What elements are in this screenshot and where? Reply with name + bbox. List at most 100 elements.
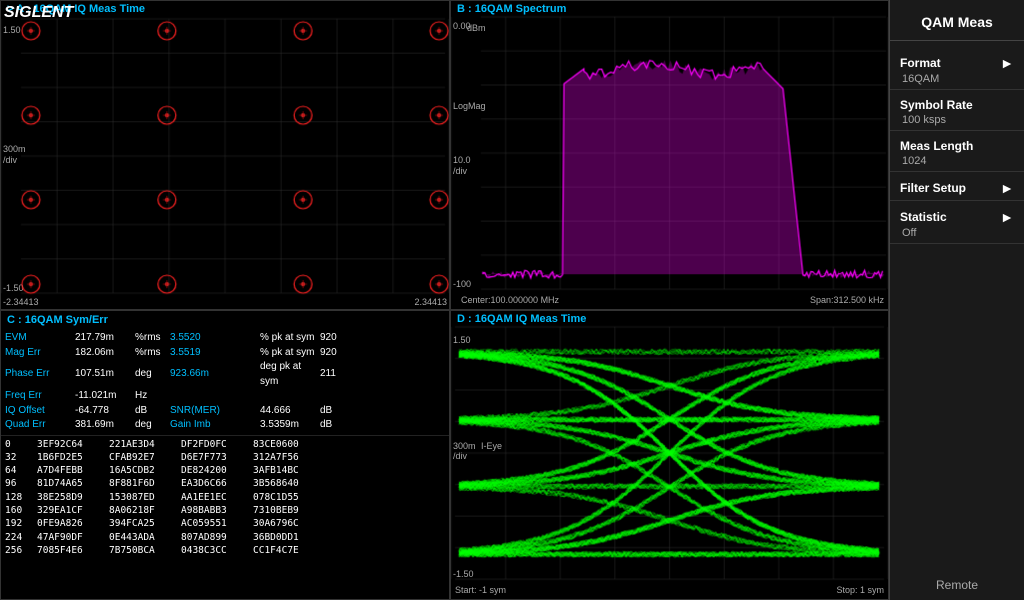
panel-b-title: B : 16QAM Spectrum xyxy=(457,3,566,15)
hex-b3: D6E7F773 xyxy=(181,451,249,464)
statistic-arrow-icon: ► xyxy=(1000,209,1014,225)
hex-row: 192 0FE9A826 394FCA25 AC059551 30A6796C xyxy=(5,517,445,530)
panel-a: > A : 16QAM IQ Meas Time 1.50 -1.50 -2.3… xyxy=(0,0,450,310)
sidebar-item-symbol-rate: Symbol Rate 100 ksps xyxy=(890,90,1024,131)
stat-value: 107.51m xyxy=(75,367,135,382)
hex-addr: 0 xyxy=(5,438,33,451)
hex-addr: 32 xyxy=(5,451,33,464)
hex-row: 128 38E258D9 153087ED AA1EE1EC 078C1D55 xyxy=(5,491,445,504)
stat-value2: dB xyxy=(320,404,360,419)
stat-value2: 920 xyxy=(320,331,360,346)
hex-b2: 153087ED xyxy=(109,491,177,504)
hex-rows: 0 3EF92C64 221AE3D4 DF2FD0FC 83CE0600 32… xyxy=(5,438,445,558)
hex-b1: 1B6FD2E5 xyxy=(37,451,105,464)
sidebar-label-statistic: Statistic ► xyxy=(900,209,1014,225)
hex-b2: 394FCA25 xyxy=(109,517,177,530)
remote-label: Remote xyxy=(890,578,1024,592)
hex-b4: 3B568640 xyxy=(253,477,321,490)
stats-row: Mag Err 182.06m %rms 3.5519 % pk at sym … xyxy=(5,346,445,361)
stat-label: Freq Err xyxy=(5,389,75,404)
hex-addr: 128 xyxy=(5,491,33,504)
sidebar-item-format[interactable]: Format ► 16QAM xyxy=(890,47,1024,90)
panel-c: C : 16QAM Sym/Err EVM 217.79m %rms 3.552… xyxy=(0,310,450,600)
stat-label2: 923.66m xyxy=(170,367,260,382)
stats-row: Quad Err 381.69m deg Gain Imb 3.5359m dB xyxy=(5,418,445,433)
hex-b2: 0E443ADA xyxy=(109,531,177,544)
hex-b3: DE824200 xyxy=(181,464,249,477)
hex-addr: 192 xyxy=(5,517,33,530)
hex-b2: 221AE3D4 xyxy=(109,438,177,451)
hex-row: 224 47AF90DF 0E443ADA 807AD899 36BD0DD1 xyxy=(5,531,445,544)
stat-value: 381.69m xyxy=(75,418,135,433)
hex-b1: 38E258D9 xyxy=(37,491,105,504)
stat-value2: 211 xyxy=(320,367,360,382)
hex-b1: 0FE9A826 xyxy=(37,517,105,530)
stat-unit: deg xyxy=(135,367,170,382)
stat-label: IQ Offset xyxy=(5,404,75,419)
hex-b1: 47AF90DF xyxy=(37,531,105,544)
sidebar: QAM Meas Format ► 16QAM Symbol Rate 100 … xyxy=(889,0,1024,600)
stat-label: Phase Err xyxy=(5,367,75,382)
sidebar-item-filter-setup[interactable]: Filter Setup ► xyxy=(890,172,1024,201)
stats-row: EVM 217.79m %rms 3.5520 % pk at sym 920 xyxy=(5,331,445,346)
hex-b1: A7D4FEBB xyxy=(37,464,105,477)
stat-label: Quad Err xyxy=(5,418,75,433)
sidebar-label-filter-setup: Filter Setup ► xyxy=(900,180,1014,196)
stats-row: Freq Err -11.021m Hz xyxy=(5,389,445,404)
stat-label3: deg pk at sym xyxy=(260,360,320,389)
hex-b1: 3EF92C64 xyxy=(37,438,105,451)
app-logo: SIGLENT xyxy=(4,4,73,22)
hex-row: 32 1B6FD2E5 CFAB92E7 D6E7F773 312A7F56 xyxy=(5,451,445,464)
bottom-row: C : 16QAM Sym/Err EVM 217.79m %rms 3.552… xyxy=(0,310,889,600)
stat-label3: % pk at sym xyxy=(260,346,320,361)
hex-b1: 329EA1CF xyxy=(37,504,105,517)
stat-unit: dB xyxy=(135,404,170,419)
hex-b2: CFAB92E7 xyxy=(109,451,177,464)
hex-addr: 256 xyxy=(5,544,33,557)
stat-label: EVM xyxy=(5,331,75,346)
hex-b4: 30A6796C xyxy=(253,517,321,530)
hex-b3: AC059551 xyxy=(181,517,249,530)
hex-b4: 83CE0600 xyxy=(253,438,321,451)
stat-value2: 920 xyxy=(320,346,360,361)
sidebar-value-symbol-rate: 100 ksps xyxy=(900,112,1014,126)
filter-arrow-icon: ► xyxy=(1000,180,1014,196)
panel-c-title-bar: C : 16QAM Sym/Err xyxy=(1,311,449,329)
stats-row: IQ Offset -64.778 dB SNR(MER) 44.666 dB xyxy=(5,404,445,419)
hex-b3: 807AD899 xyxy=(181,531,249,544)
hex-addr: 160 xyxy=(5,504,33,517)
hex-b3: EA3D6C66 xyxy=(181,477,249,490)
sidebar-label-meas-length: Meas Length xyxy=(900,139,1014,153)
constellation-plot xyxy=(1,1,449,309)
stat-label2: SNR(MER) xyxy=(170,404,260,419)
stat-label2: Gain Imb xyxy=(170,418,260,433)
hex-b3: 0438C3CC xyxy=(181,544,249,557)
panel-d-title: D : 16QAM IQ Meas Time xyxy=(457,313,586,325)
hex-row: 256 7085F4E6 7B750BCA 0438C3CC CC1F4C7E xyxy=(5,544,445,557)
sidebar-value-statistic: Off xyxy=(900,225,1014,239)
format-arrow-icon: ► xyxy=(1000,55,1014,71)
sidebar-title: QAM Meas xyxy=(890,8,1024,41)
hex-b2: 8A06218F xyxy=(109,504,177,517)
sidebar-value-format: 16QAM xyxy=(900,71,1014,85)
stat-value: -11.021m xyxy=(75,389,135,404)
spectrum-plot xyxy=(451,1,888,309)
hex-b2: 8F881F6D xyxy=(109,477,177,490)
sidebar-label-symbol-rate: Symbol Rate xyxy=(900,98,1014,112)
hex-addr: 96 xyxy=(5,477,33,490)
sidebar-item-meas-length: Meas Length 1024 xyxy=(890,131,1024,172)
sidebar-item-statistic[interactable]: Statistic ► Off xyxy=(890,201,1024,244)
hex-b4: CC1F4C7E xyxy=(253,544,321,557)
hex-b4: 7310BEB9 xyxy=(253,504,321,517)
main-area: > A : 16QAM IQ Meas Time 1.50 -1.50 -2.3… xyxy=(0,0,889,600)
hex-row: 0 3EF92C64 221AE3D4 DF2FD0FC 83CE0600 xyxy=(5,438,445,451)
stat-label3: % pk at sym xyxy=(260,331,320,346)
hex-row: 96 81D74A65 8F881F6D EA3D6C66 3B568640 xyxy=(5,477,445,490)
hex-b3: AA1EE1EC xyxy=(181,491,249,504)
panel-d: D : 16QAM IQ Meas Time 1.50 -1.50 300m /… xyxy=(450,310,889,600)
stat-value: -64.778 xyxy=(75,404,135,419)
stat-label3: 44.666 xyxy=(260,404,320,419)
eye-diagram-plot xyxy=(451,311,888,599)
stats-rows: EVM 217.79m %rms 3.5520 % pk at sym 920 … xyxy=(5,331,445,433)
hex-addr: 224 xyxy=(5,531,33,544)
